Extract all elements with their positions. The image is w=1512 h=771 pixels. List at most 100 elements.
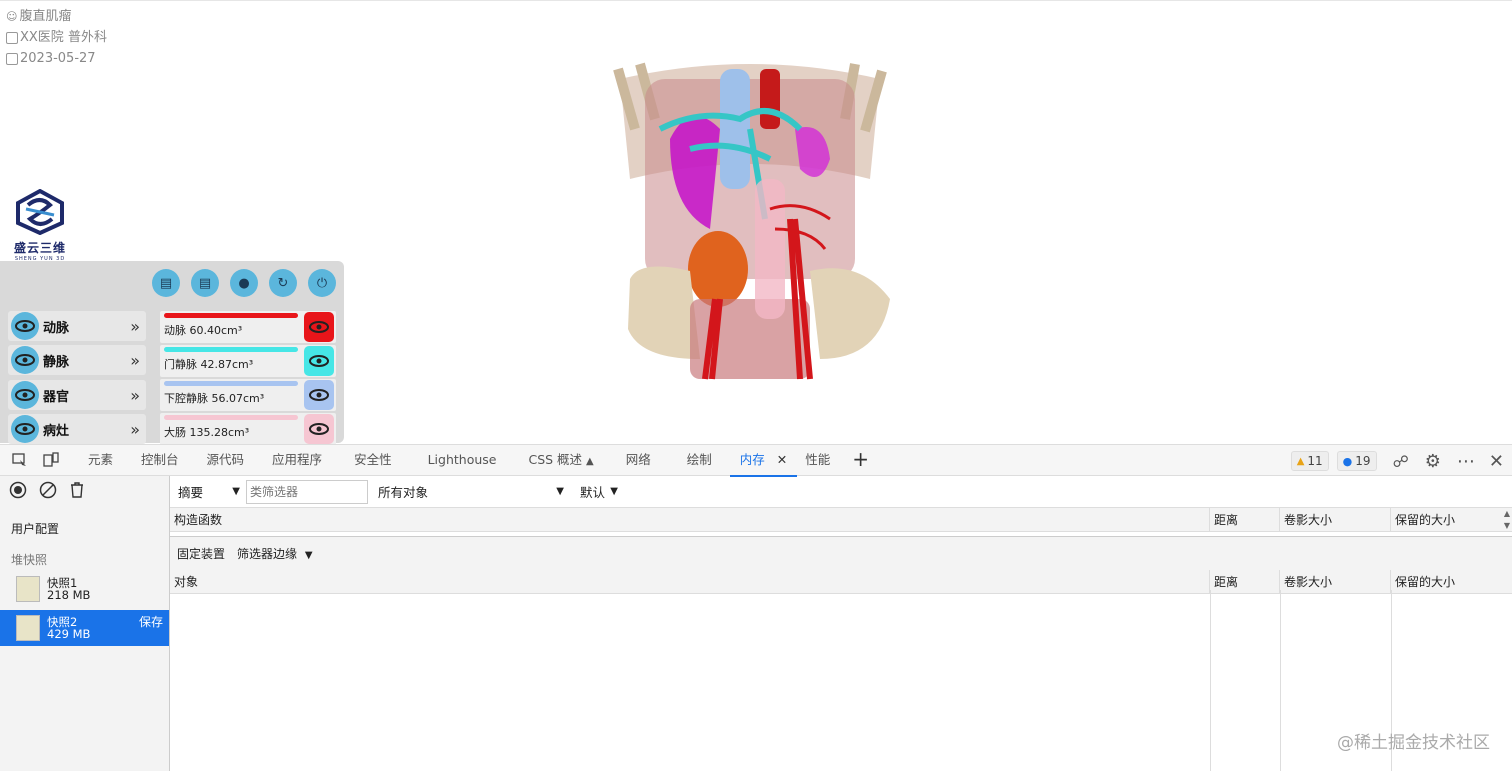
snapshot-item-selected[interactable]: 快照2 429 MB 保存 (0, 610, 169, 646)
warning-icon: ▲ (1296, 455, 1305, 467)
snapshot-text: 快照1 218 MB (47, 577, 90, 601)
col-constructor[interactable]: 构造函数 (170, 508, 1210, 532)
retainers-toolbar: 固定装置 筛选器边缘 ▼ (170, 536, 1512, 570)
devtools-panel: 元素 控制台 源代码 应用程序 安全性 Lighthouse CSS 概述 ▲ … (0, 444, 1512, 771)
trash-icon[interactable] (69, 481, 85, 503)
reset-icon[interactable]: ↻ (269, 269, 297, 297)
logo-mark-icon (16, 188, 64, 236)
structure-item[interactable]: 下腔静脉 56.07cm³ (160, 379, 336, 411)
gear-icon[interactable]: ⚙ (1425, 451, 1441, 472)
tab-label: CSS 概述 (528, 452, 583, 467)
structure-label: 下腔静脉 56.07cm³ (164, 392, 265, 405)
close-devtools-icon[interactable]: ✕ (1489, 451, 1504, 472)
clear-icon[interactable] (39, 481, 57, 503)
structure-item[interactable]: 动脉 60.40cm³ (160, 311, 336, 343)
snapshot-toolbar: 摘要 ▼ 所有对象 ▼ 默认 ▼ (170, 476, 1512, 508)
more-icon[interactable]: ⋯ (1457, 451, 1475, 472)
chevron-double-right-icon[interactable]: » (130, 420, 140, 439)
tab-memory[interactable]: 内存 ✕ (729, 444, 798, 477)
devtools-tabbar: 元素 控制台 源代码 应用程序 安全性 Lighthouse CSS 概述 ▲ … (0, 444, 1512, 477)
panel-toolbar: ▤ ▤ ● ↻ ⏻ (152, 269, 336, 297)
snapshot-text: 快照2 429 MB (47, 616, 90, 640)
class-filter-input[interactable] (246, 479, 368, 504)
caret-down-icon: ▼ (556, 486, 564, 497)
category-artery[interactable]: 动脉 » (8, 311, 146, 341)
col-shallow-size[interactable]: 卷影大小 (1280, 508, 1391, 532)
color-bar (164, 381, 298, 386)
col-retained-size[interactable]: 保留的大小 ▲ ▼ (1391, 508, 1512, 532)
snapshot-view: 摘要 ▼ 所有对象 ▼ 默认 ▼ 构造函数 距离 卷影大小 保留的大小 (170, 476, 1512, 771)
objects-select[interactable]: 所有对象 ▼ (370, 480, 570, 504)
structure-label: 门静脉 42.87cm³ (164, 358, 254, 371)
tab-css-overview[interactable]: CSS 概述 ▲ (514, 444, 607, 476)
eye-icon[interactable] (11, 415, 39, 443)
tab-application[interactable]: 应用程序 (258, 444, 336, 476)
save-link[interactable]: 保存 (139, 616, 163, 628)
edge-filter-select[interactable]: 筛选器边缘 ▼ (237, 545, 313, 562)
category-vein[interactable]: 静脉 » (8, 345, 146, 375)
inspect-icon[interactable] (9, 449, 31, 471)
patient-info: ☺ 腹直肌瘤 XX医院 普外科 2023-05-27 (6, 6, 107, 69)
eye-icon[interactable] (304, 312, 334, 342)
col-label: 保留的大小 (1395, 513, 1456, 527)
retainers-tab[interactable]: 固定装置 (177, 545, 225, 562)
devtools-right-tools: ▲ 11 ● 19 ☍ ⚙ ⋯ ✕ (1290, 445, 1504, 477)
eye-icon[interactable] (304, 380, 334, 410)
eye-icon[interactable] (11, 381, 39, 409)
memory-panel: 用户配置 堆快照 快照1 218 MB 快照2 429 MB 保存 摘要 ▼ 类… (0, 476, 1512, 771)
snapshot-item[interactable]: 快照1 218 MB (0, 571, 169, 607)
snapshot-icon (16, 615, 40, 641)
tab-security[interactable]: 安全性 (336, 444, 410, 476)
eye-icon[interactable] (304, 414, 334, 444)
logo-text: 盛云三维 (13, 241, 66, 255)
connect-icon[interactable]: ☍ (1393, 452, 1409, 471)
chevron-double-right-icon[interactable]: » (130, 317, 140, 336)
category-lesion[interactable]: 病灶 » (8, 414, 146, 444)
hospital-name: XX医院 普外科 (20, 30, 107, 45)
warnings-badge[interactable]: ▲ 11 (1290, 451, 1329, 471)
eye-icon[interactable] (304, 346, 334, 376)
structure-item[interactable]: 门静脉 42.87cm³ (160, 345, 336, 377)
date-row: 2023-05-27 (6, 48, 107, 69)
document-icon[interactable]: ▤ (152, 269, 180, 297)
messages-badge[interactable]: ● 19 (1336, 451, 1377, 471)
chevron-double-right-icon[interactable]: » (130, 386, 140, 405)
warnings-count: 11 (1307, 454, 1323, 468)
structure-label: 大肠 135.28cm³ (164, 426, 250, 439)
memory-sidebar: 用户配置 堆快照 快照1 218 MB 快照2 429 MB 保存 (0, 476, 170, 771)
color-bar (164, 347, 298, 352)
default-select[interactable]: 默认 ▼ (572, 480, 624, 504)
eye-icon[interactable] (11, 312, 39, 340)
tab-lighthouse[interactable]: Lighthouse (410, 444, 515, 476)
snapshot-icon (16, 576, 40, 602)
divider (1280, 590, 1281, 771)
close-icon[interactable]: ✕ (777, 452, 787, 467)
caret-down-icon: ▼ (304, 550, 313, 561)
tab-network[interactable]: 网络 (608, 444, 669, 476)
snapshot-size: 429 MB (47, 627, 91, 641)
power-icon[interactable]: ⏻ (308, 269, 336, 297)
device-toggle-icon[interactable] (40, 449, 62, 471)
tab-elements[interactable]: 元素 (74, 444, 127, 476)
calendar-icon (6, 52, 18, 65)
view-select-value: 摘要 (178, 485, 204, 500)
messages-count: 19 (1355, 454, 1371, 468)
tab-performance[interactable]: 性能 (797, 444, 838, 476)
structure-item[interactable]: 大肠 135.28cm³ (160, 413, 336, 444)
chevron-double-right-icon[interactable]: » (130, 351, 140, 370)
category-organ[interactable]: 器官 » (8, 380, 146, 410)
add-tab-icon[interactable]: + (838, 444, 883, 476)
col-distance[interactable]: 距离 (1210, 508, 1280, 532)
tab-sources[interactable]: 源代码 (193, 444, 259, 476)
patient-row: ☺ 腹直肌瘤 (6, 6, 107, 27)
eye-icon[interactable] (11, 346, 39, 374)
record-icon[interactable] (9, 481, 27, 503)
anatomy-3d-model[interactable] (600, 59, 900, 389)
tab-console[interactable]: 控制台 (127, 444, 193, 476)
file-icon[interactable]: ▤ (191, 269, 219, 297)
heap-snapshot-heading: 堆快照 (11, 553, 48, 567)
bulb-icon[interactable]: ● (230, 269, 258, 297)
tab-rendering[interactable]: 绘制 (669, 444, 730, 476)
category-label: 器官 (43, 389, 70, 405)
view-select[interactable]: 摘要 ▼ (170, 480, 246, 504)
